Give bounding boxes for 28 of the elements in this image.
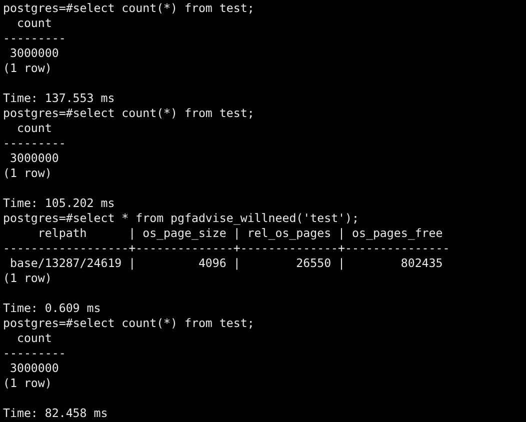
sql-command: select count(*) from test; (72, 106, 254, 120)
sql-command: select count(*) from test; (72, 316, 254, 330)
output-line: (1 row) (3, 166, 52, 180)
output-line: Time: 82.458 ms (3, 406, 108, 420)
shell-prompt: postgres=# (3, 1, 73, 15)
output-line: Time: 0.609 ms (3, 301, 101, 315)
output-line: count (16, 121, 52, 135)
output-line: relpath | os_page_size | rel_os_pages | os_pages_free (36, 226, 443, 240)
output-line: 3000000 (8, 151, 59, 165)
output-line: --------- (3, 31, 66, 45)
output-line: count (16, 16, 52, 30)
output-line: count (16, 331, 52, 345)
output-line: Time: 137.553 ms (3, 91, 115, 105)
sql-command: select * from pgfadvise_willneed('test'); (72, 211, 359, 225)
output-line: --------- (3, 136, 66, 150)
output-line: (1 row) (3, 271, 52, 285)
shell-prompt: postgres=# (3, 211, 73, 225)
shell-prompt: postgres=# (3, 106, 73, 120)
output-line: 3000000 (8, 361, 59, 375)
output-line: (1 row) (3, 376, 52, 390)
output-line: (1 row) (3, 61, 52, 75)
output-line: base/13287/24619 | 4096 | 26550 | 802435 (8, 256, 443, 270)
sql-command: select count(*) from test; (72, 1, 254, 15)
output-line: Time: 105.202 ms (3, 196, 115, 210)
output-line: ------------------+--------------+--------------+--------------- (3, 241, 450, 255)
output-line: --------- (3, 346, 66, 360)
shell-prompt: postgres=# (3, 316, 73, 330)
output-line: 3000000 (8, 46, 59, 60)
